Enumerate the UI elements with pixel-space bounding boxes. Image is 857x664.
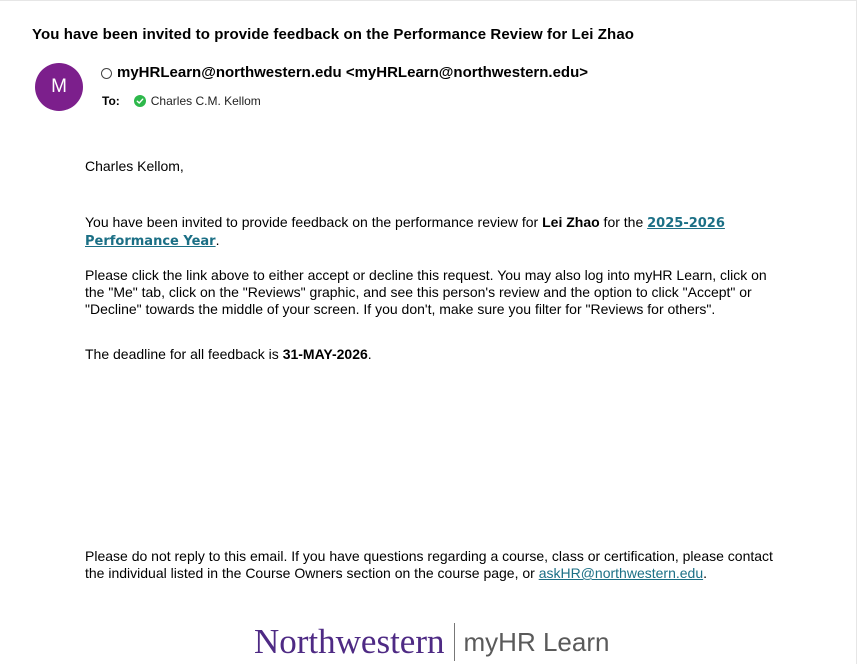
instructions-paragraph: Please click the link above to either ac… <box>85 267 767 317</box>
email-subject: You have been invited to provide feedbac… <box>32 26 635 43</box>
northwestern-wordmark: Northwestern <box>254 622 445 661</box>
top-border <box>0 0 857 1</box>
deadline-date: 31-MAY-2026 <box>282 346 368 362</box>
myhr-learn-wordmark: myHR Learn <box>463 627 610 657</box>
no-reply-paragraph: Please do not reply to this email. If yo… <box>85 548 785 582</box>
p1-suffix: . <box>215 232 220 248</box>
p1-prefix: You have been invited to provide feedbac… <box>85 214 543 230</box>
logo-divider <box>453 623 455 661</box>
check-circle-icon <box>133 95 146 107</box>
to-label: To: <box>102 94 120 108</box>
recipient-name[interactable]: Charles C.M. Kellom <box>151 94 261 108</box>
avatar-letter: M <box>51 76 67 97</box>
email-greeting: Charles Kellom, <box>85 158 184 174</box>
p3-prefix: The deadline for all feedback is <box>85 346 283 362</box>
recipient-line: To: Charles C.M. Kellom <box>102 94 261 108</box>
presence-status-icon <box>101 67 112 79</box>
northwestern-myhr-logo: Northwestern myHR Learn <box>254 622 609 662</box>
p4-suffix: . <box>703 565 707 581</box>
reviewee-name: Lei Zhao <box>542 214 600 230</box>
invitation-paragraph: You have been invited to provide feedbac… <box>85 214 785 250</box>
sender-avatar[interactable]: M <box>35 63 83 111</box>
sender-address[interactable]: myHRLearn@northwestern.edu <myHRLearn@no… <box>117 64 588 81</box>
p3-suffix: . <box>367 346 372 362</box>
p1-mid: for the <box>599 214 648 230</box>
deadline-paragraph: The deadline for all feedback is 31-MAY-… <box>85 346 785 363</box>
sender-line: myHRLearn@northwestern.edu <myHRLearn@no… <box>101 64 588 81</box>
askhr-email-link[interactable]: askHR@northwestern.edu <box>539 565 703 581</box>
